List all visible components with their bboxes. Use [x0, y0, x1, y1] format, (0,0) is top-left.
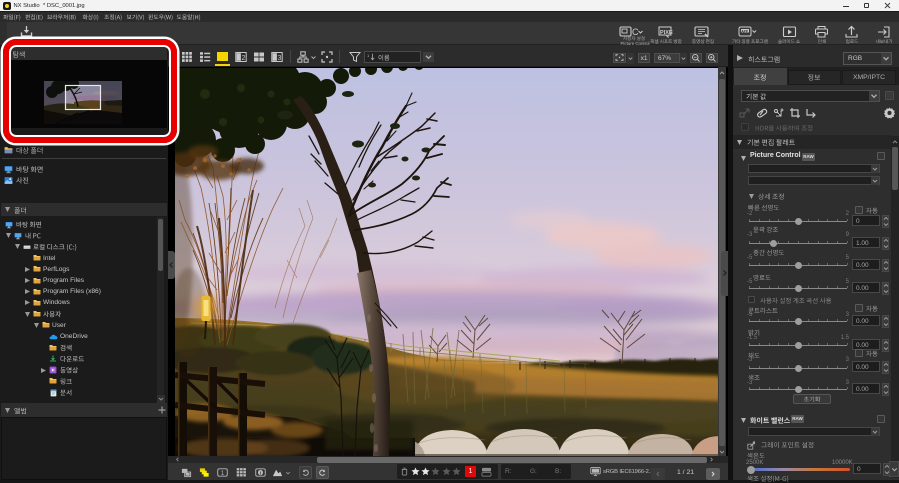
svg-text:2: 2 — [242, 55, 246, 62]
svg-text:PIXEL: PIXEL — [660, 30, 673, 36]
svg-text:i: i — [260, 470, 261, 475]
svg-text:APP: APP — [741, 29, 749, 33]
svg-text:1: 1 — [367, 53, 370, 58]
svg-text:3: 3 — [278, 55, 282, 62]
svg-text:C: C — [632, 27, 639, 37]
